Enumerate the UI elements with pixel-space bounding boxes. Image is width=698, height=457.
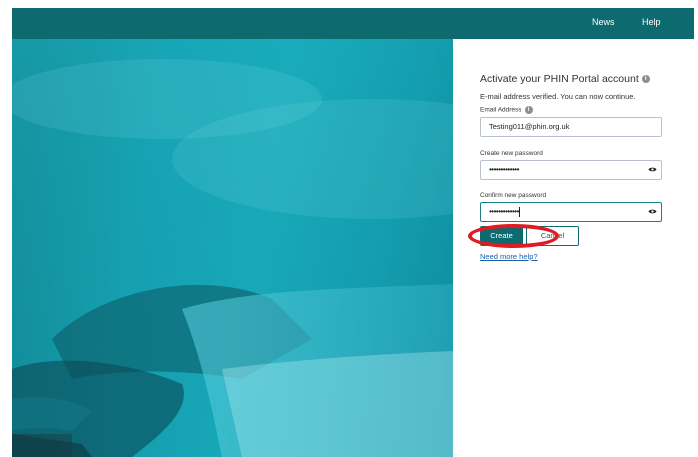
nav-link-help[interactable]: Help [642,17,661,27]
browser-viewport: News Help Activate your PHIN Portal acco… [12,8,694,457]
top-navigation-bar: News Help [12,8,694,39]
text-caret [518,207,520,218]
new-password-label: Create new password [480,150,543,157]
email-field[interactable]: Testing011@phin.org.uk [480,117,662,137]
page-title: Activate your PHIN Portal account i [480,73,650,85]
activation-panel: Activate your PHIN Portal account i E-mai… [453,39,694,457]
nav-link-news[interactable]: News [592,17,615,27]
email-label-text: Email Address [480,106,522,114]
confirm-password-value: ••••••••••••• [489,207,519,216]
hero-image [12,39,453,457]
info-icon[interactable]: i [524,106,533,114]
new-password-field[interactable]: ••••••••••••• [480,160,662,180]
email-label: Email Address i [480,106,533,114]
hero-illustration [12,39,453,457]
eye-icon[interactable] [648,166,657,173]
new-password-value: ••••••••••••• [489,165,519,174]
email-value: Testing011@phin.org.uk [489,122,570,131]
verification-message: E-mail address verified. You can now con… [480,92,636,101]
eye-icon[interactable] [648,208,657,215]
confirm-password-label: Confirm new password [480,192,547,199]
info-icon[interactable]: i [641,75,650,84]
cancel-button[interactable]: Cancel [526,226,579,246]
need-more-help-link[interactable]: Need more help? [480,252,538,261]
confirm-password-field[interactable]: ••••••••••••• [480,202,662,222]
title-text: Activate your PHIN Portal account [480,73,639,85]
create-button[interactable]: Create [480,226,523,246]
